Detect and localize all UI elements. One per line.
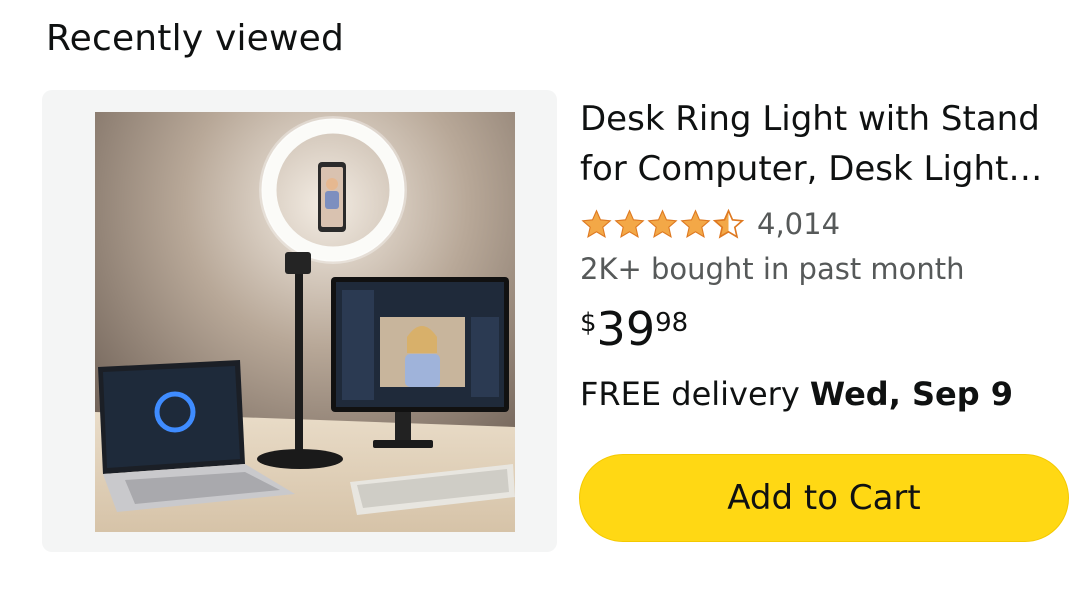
star-icon	[614, 208, 645, 238]
price-fraction: 98	[655, 308, 689, 338]
product-image[interactable]	[95, 112, 515, 532]
add-to-cart-button[interactable]: Add to Cart	[579, 454, 1069, 542]
delivery-prefix: FREE delivery	[580, 375, 810, 413]
product-image-card[interactable]	[42, 90, 557, 552]
star-icon	[647, 208, 678, 238]
product-details: Desk Ring Light with Stand for Computer,…	[580, 94, 1060, 414]
section-title: Recently viewed	[46, 18, 345, 59]
rating-row[interactable]: 4,014	[580, 204, 1060, 244]
rating-count[interactable]: 4,014	[757, 207, 840, 241]
half-star-icon	[712, 208, 745, 239]
product-title[interactable]: Desk Ring Light with Stand for Computer,…	[580, 94, 1050, 194]
delivery-info: FREE delivery Wed, Sep 9	[580, 374, 1060, 414]
star-icon	[680, 208, 711, 238]
price-whole: 39	[596, 302, 656, 356]
star-icon	[581, 208, 612, 238]
delivery-date: Wed, Sep 9	[809, 375, 1014, 413]
bought-count-label: 2K+ bought in past month	[580, 252, 965, 286]
star-rating	[580, 208, 745, 241]
price: $ 39 98	[580, 302, 1060, 358]
price-currency-symbol: $	[580, 308, 597, 338]
